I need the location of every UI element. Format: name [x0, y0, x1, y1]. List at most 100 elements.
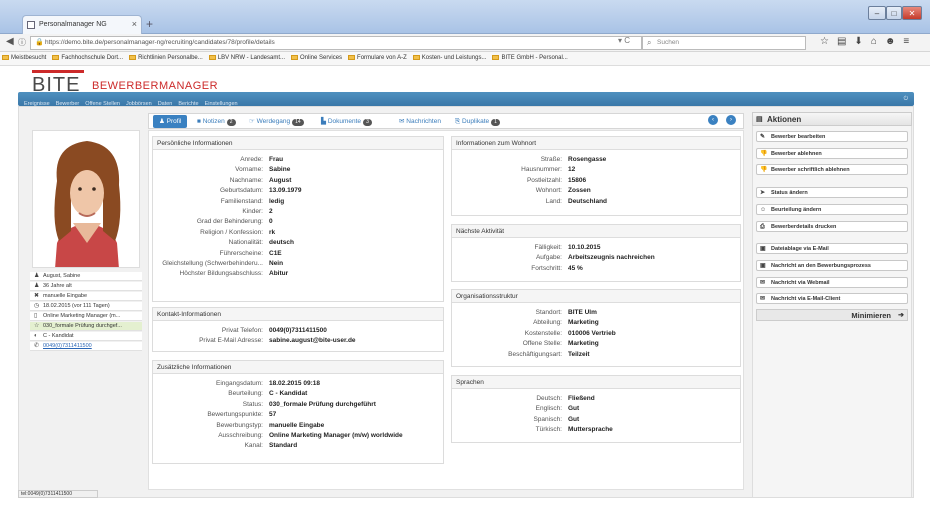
- tab-notizen[interactable]: ■ Notizen 2: [191, 115, 236, 128]
- field-label: Geburtsdatum:: [220, 187, 263, 195]
- info-row: Eingangsdatum: 18.02.2015 09:18: [153, 379, 443, 389]
- tab-label: Werdegang: [256, 118, 291, 125]
- tab-duplikate[interactable]: ⎘ Duplikate 1: [449, 115, 500, 128]
- phone-icon: ✆: [34, 343, 40, 349]
- bookmark-item[interactable]: Richtlinien Personalbe...: [129, 52, 203, 65]
- action-button[interactable]: ▣ Dateiablage via E-Mail: [756, 243, 908, 254]
- tab-nachrichten[interactable]: ✉ Nachrichten: [393, 115, 441, 128]
- field-value: deutsch: [269, 239, 294, 247]
- tab-werdegang[interactable]: ☞ Werdegang 14: [243, 115, 304, 128]
- info-row: Hausnummer: 12: [452, 165, 740, 175]
- bookmark-label: Online Services: [300, 55, 343, 61]
- action-label: Bewerberdetails drucken: [771, 224, 837, 230]
- envelope-icon: ✉: [760, 280, 766, 286]
- reload-icon[interactable]: ▾ C: [618, 36, 630, 45]
- info-row: Beurteilung: C - Kandidat: [153, 389, 443, 399]
- back-icon[interactable]: ◀: [6, 36, 14, 47]
- action-button[interactable]: ⎙ Bewerberdetails drucken: [756, 221, 908, 232]
- field-label: Fortschritt:: [531, 264, 562, 272]
- bookmark-label: Richtlinien Personalbe...: [138, 55, 203, 61]
- candidate-info-item: ♟ August, Sabine: [30, 272, 142, 281]
- power-icon[interactable]: ⏻: [904, 92, 908, 106]
- folder-icon: [412, 55, 420, 60]
- field-label: Familienstand:: [220, 197, 263, 205]
- minimize-window-button[interactable]: –: [868, 6, 886, 20]
- tab-profil[interactable]: ♟ Profil: [153, 115, 188, 128]
- bookmark-star-icon[interactable]: ☆: [820, 36, 837, 47]
- maximize-window-button[interactable]: □: [886, 6, 902, 20]
- action-button[interactable]: ➤ Status ändern: [756, 187, 908, 198]
- print-icon: ⎙: [760, 224, 765, 230]
- home-icon[interactable]: ⌂: [871, 36, 885, 47]
- tab-dokumente[interactable]: ▙ Dokumente 3: [315, 115, 372, 128]
- action-button[interactable]: ✎ Bewerber bearbeiten: [756, 131, 908, 142]
- new-tab-button[interactable]: +: [146, 17, 153, 31]
- candidate-info-item[interactable]: ✆ 0049(0)7311411500: [30, 342, 142, 351]
- action-button[interactable]: ✉ Nachricht via E-Mail-Client: [756, 293, 908, 304]
- addon-icon[interactable]: ☻: [885, 36, 904, 47]
- action-button[interactable]: 👎 Bewerber ablehnen: [756, 148, 908, 159]
- info-row: Bewertungspunkte: 57: [153, 410, 443, 420]
- next-candidate-button[interactable]: ›: [726, 115, 736, 125]
- download-icon[interactable]: ⬇: [854, 36, 870, 47]
- candidate-info-item: ♟ 36 Jahre alt: [30, 282, 142, 291]
- field-value: Gut: [568, 405, 580, 413]
- info-row: Land: Deutschland: [452, 197, 740, 207]
- browser-search-input[interactable]: ⌕ Suchen: [642, 36, 806, 50]
- info-row: Kinder: 2: [153, 207, 443, 217]
- field-label: Deutsch:: [536, 395, 562, 402]
- previous-candidate-button[interactable]: ‹: [708, 115, 718, 125]
- bookmark-item[interactable]: LBV NRW - Landesamt...: [208, 52, 285, 65]
- bookmark-item[interactable]: Meistbesucht: [2, 52, 46, 65]
- bookmark-item[interactable]: Fachhochschule Dort...: [52, 52, 123, 65]
- phone-link[interactable]: 0049(0)7311411500: [43, 343, 92, 349]
- info-row: Fortschritt: 45 %: [452, 264, 740, 274]
- tab-count-badge: 1: [491, 119, 500, 126]
- action-button[interactable]: ☺ Beurteilung ändern: [756, 204, 908, 215]
- field-label: Englisch:: [535, 405, 562, 413]
- info-row: Kostenstelle: 010006 Vertrieb: [452, 329, 740, 339]
- bookmark-item[interactable]: Formulare von A-Z: [348, 52, 407, 65]
- edit-icon: ✎: [760, 134, 766, 140]
- menu-icon[interactable]: ≡: [903, 36, 917, 47]
- candidate-info-item: ✖ manuelle Eingabe: [30, 292, 142, 301]
- profile-tabs: ♟ Profil ■ Notizen 2 ☞ Werdegang 14 ▙ Dokumen…: [148, 113, 744, 129]
- bookmark-item[interactable]: BITE GmbH - Personal...: [492, 52, 568, 65]
- field-label: Spanisch:: [533, 415, 562, 423]
- folder-icon: [348, 55, 356, 60]
- field-label: Hausnummer:: [521, 166, 562, 174]
- library-icon[interactable]: ▤: [837, 36, 854, 47]
- url-bar[interactable]: 🔒 https://demo.bite.de/personalmanager-n…: [30, 36, 642, 50]
- action-label: Nachricht an den Bewerbungsprozess: [771, 263, 871, 269]
- browser-tab[interactable]: Personalmanager NG ×: [22, 15, 142, 34]
- browser-tab-title: Personalmanager NG: [39, 21, 107, 28]
- bookmark-label: Fachhochschule Dort...: [61, 55, 124, 61]
- panel-title: Persönliche Informationen: [153, 137, 443, 150]
- panel-title: Sprachen: [452, 376, 740, 389]
- action-button[interactable]: 👎 Bewerber schriftlich ablehnen: [756, 164, 908, 175]
- info-icon[interactable]: ⓘ: [18, 37, 26, 48]
- field-label: Beschäftigungsart:: [508, 350, 562, 358]
- field-label: Kostenstelle:: [524, 329, 562, 337]
- bookmark-item[interactable]: Online Services: [291, 52, 342, 65]
- field-label: Vorname:: [235, 166, 263, 174]
- folder-icon: ▣: [760, 246, 766, 252]
- candidate-info-text: 36 Jahre alt: [43, 283, 72, 289]
- minimize-actions-button[interactable]: Minimieren ➔: [756, 309, 908, 321]
- bookmark-label: Formulare von A-Z: [357, 55, 407, 61]
- address-panel: Informationen zum Wohnort Straße: Rosengas…: [451, 136, 741, 216]
- close-icon[interactable]: ×: [132, 19, 137, 29]
- candidate-photo: [32, 130, 140, 268]
- personal-info-panel: Persönliche Informationen Anrede: Frau Vorn…: [152, 136, 444, 302]
- field-label: Status:: [242, 400, 263, 408]
- bookmark-item[interactable]: Kosten- und Leistungs...: [412, 52, 486, 65]
- candidate-info-text: C - Kandidat: [43, 333, 74, 339]
- action-button[interactable]: ▣ Nachricht an den Bewerbungsprozess: [756, 260, 908, 271]
- field-label: Fälligkeit:: [534, 244, 562, 251]
- field-label: Straße:: [540, 156, 562, 163]
- field-label: Kanal:: [244, 442, 263, 450]
- field-label: Kinder:: [242, 208, 263, 215]
- action-button[interactable]: ✉ Nachricht via Webmail: [756, 277, 908, 288]
- close-window-button[interactable]: ✕: [902, 6, 922, 20]
- browser-toolbar-icons[interactable]: ☆▤⬇⌂☻≡: [820, 36, 917, 47]
